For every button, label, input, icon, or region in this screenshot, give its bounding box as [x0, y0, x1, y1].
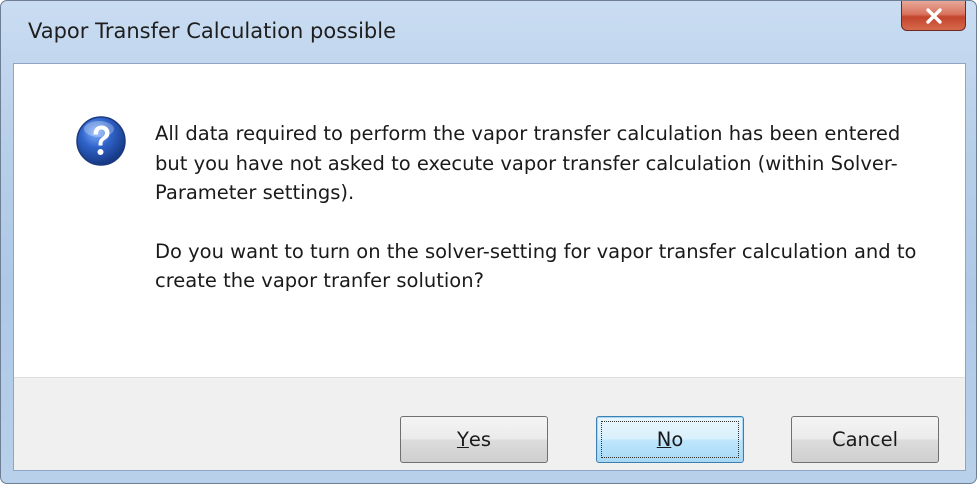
yes-label: es	[468, 428, 492, 451]
message-line: All data required to perform the vapor t…	[155, 122, 901, 145]
message-line: Do you want to turn on the solver-settin…	[155, 239, 917, 293]
button-bar: Yes No Cancel	[14, 377, 965, 470]
message-line: but you have not asked to execute vapor …	[155, 151, 898, 205]
question-icon	[76, 116, 126, 166]
cancel-button[interactable]: Cancel	[791, 416, 939, 463]
window-title: Vapor Transfer Calculation possible	[28, 19, 397, 43]
no-label: o	[671, 428, 684, 451]
no-button[interactable]: No	[596, 416, 744, 463]
no-access-key: N	[656, 428, 672, 451]
close-icon	[925, 7, 942, 24]
dialog-content: All data required to perform the vapor t…	[13, 63, 966, 471]
close-button[interactable]	[901, 1, 966, 31]
title-bar[interactable]: Vapor Transfer Calculation possible	[1, 1, 976, 63]
yes-button[interactable]: Yes	[400, 416, 548, 463]
cancel-label: Cancel	[831, 428, 899, 451]
yes-access-key: Y	[456, 428, 469, 451]
dialog-window: Vapor Transfer Calculation possible All …	[0, 0, 977, 484]
message-text: All data required to perform the vapor t…	[155, 119, 935, 296]
